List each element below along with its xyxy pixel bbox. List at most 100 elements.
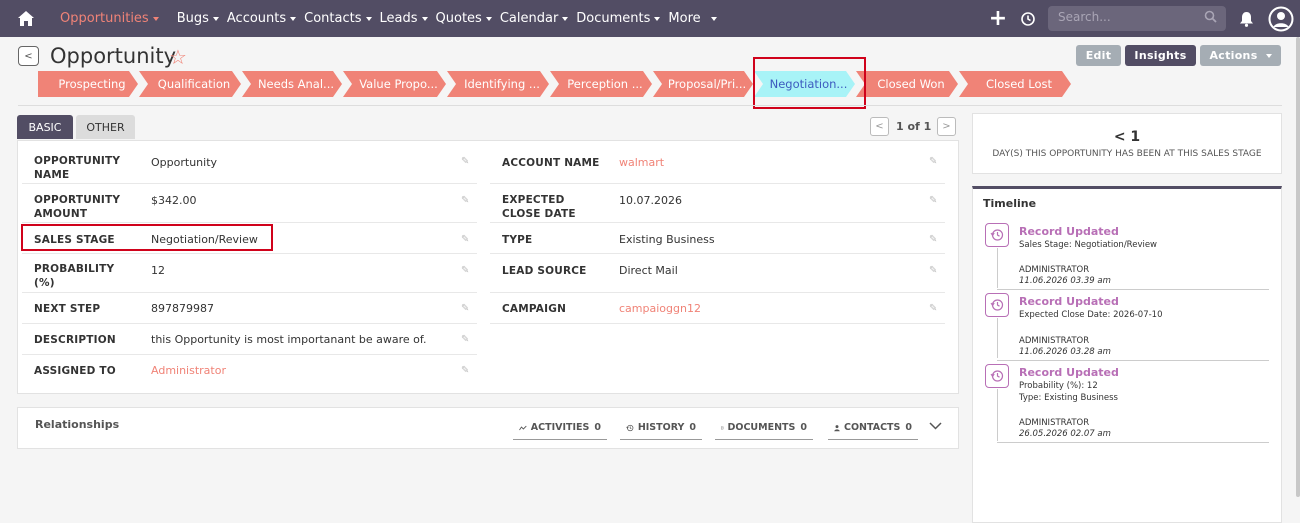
days-at-stage-panel: < 1 DAY(S) THIS OPPORTUNITY HAS BEEN AT … bbox=[972, 113, 1282, 174]
lead-source-value: Direct Mail bbox=[619, 264, 678, 277]
current-stage-highlight-box bbox=[753, 57, 866, 109]
rel-tab-contacts[interactable]: CONTACTS 0 bbox=[828, 416, 918, 440]
rel-tab-history[interactable]: HISTORY 0 bbox=[620, 416, 702, 440]
opportunity-amount-value: $342.00 bbox=[151, 194, 197, 207]
timeline-connector bbox=[997, 248, 998, 288]
nav-bugs[interactable]: Bugs bbox=[177, 11, 219, 26]
detail-panel: OPPORTUNITY NAME Opportunity ✎ OPPORTUNIT… bbox=[17, 140, 959, 394]
edit-pencil-icon[interactable]: ✎ bbox=[929, 265, 937, 276]
edit-pencil-icon[interactable]: ✎ bbox=[929, 195, 937, 206]
probability-value: 12 bbox=[151, 264, 165, 277]
edit-pencil-icon[interactable]: ✎ bbox=[461, 303, 469, 314]
row-divider bbox=[490, 253, 945, 254]
timeline-entry: Record Updated Probability (%): 12 Type:… bbox=[985, 364, 1269, 444]
timeline-title: Timeline bbox=[983, 197, 1037, 210]
home-icon[interactable] bbox=[0, 0, 52, 37]
nav-leads[interactable]: Leads bbox=[380, 11, 428, 26]
stage-qualification[interactable]: Qualification bbox=[139, 71, 241, 97]
back-button[interactable]: < bbox=[18, 46, 39, 66]
tab-basic[interactable]: BASIC bbox=[17, 115, 73, 139]
nav-accounts[interactable]: Accounts bbox=[227, 11, 297, 26]
stage-needs-analysis[interactable]: Needs Anal... bbox=[242, 71, 342, 97]
edit-pencil-icon[interactable]: ✎ bbox=[461, 265, 469, 276]
actions-button[interactable]: Actions bbox=[1200, 45, 1281, 66]
nav-documents[interactable]: Documents bbox=[576, 11, 661, 26]
next-step-label: NEXT STEP bbox=[34, 303, 101, 315]
favorite-star-icon[interactable]: ☆ bbox=[169, 47, 187, 67]
probability-label: PROBABILITY (%) bbox=[34, 263, 115, 289]
notifications-bell-icon[interactable] bbox=[1236, 11, 1256, 27]
lead-source-label: LEAD SOURCE bbox=[502, 265, 587, 277]
pager-text: 1 of 1 bbox=[896, 120, 932, 133]
row-divider bbox=[22, 354, 477, 355]
stage-value-proposition[interactable]: Value Propo... bbox=[343, 71, 446, 97]
sales-stage-highlight-box bbox=[21, 224, 273, 251]
relationships-title: Relationships bbox=[35, 418, 120, 431]
contacts-icon bbox=[834, 424, 840, 431]
nav-calendar[interactable]: Calendar bbox=[500, 11, 569, 26]
user-avatar-icon[interactable] bbox=[1268, 6, 1294, 32]
tab-other[interactable]: OTHER bbox=[76, 115, 135, 139]
pager-next-button[interactable]: > bbox=[937, 117, 956, 136]
header-divider bbox=[18, 105, 1282, 106]
row-divider bbox=[490, 222, 945, 223]
activities-icon bbox=[519, 425, 527, 430]
description-label: DESCRIPTION bbox=[34, 334, 116, 346]
stage-proposal[interactable]: Proposal/Pri... bbox=[653, 71, 753, 97]
campaign-link[interactable]: campaioggn12 bbox=[619, 302, 701, 315]
rel-tab-activities[interactable]: ACTIVITIES 0 bbox=[513, 416, 607, 440]
nav-contacts[interactable]: Contacts bbox=[304, 11, 372, 26]
timeline-entry-user: ADMINISTRATOR bbox=[1019, 336, 1090, 346]
top-navbar: Opportunities Bugs Accounts Contacts Lea… bbox=[0, 0, 1300, 37]
type-value: Existing Business bbox=[619, 233, 715, 246]
rel-tab-documents[interactable]: DOCUMENTS 0 bbox=[715, 416, 813, 440]
relationships-panel: Relationships ACTIVITIES 0 HISTORY 0 DOCUM… bbox=[17, 407, 959, 449]
timeline-connector bbox=[997, 389, 998, 441]
row-divider bbox=[22, 222, 477, 223]
recent-history-icon[interactable] bbox=[1018, 9, 1038, 29]
row-divider bbox=[22, 323, 477, 324]
page-scrollbar[interactable] bbox=[1296, 37, 1300, 497]
stage-perception[interactable]: Perception ... bbox=[550, 71, 652, 97]
chevron-down-icon[interactable] bbox=[929, 420, 942, 433]
timeline-entry-detail: Sales Stage: Negotiation/Review bbox=[1019, 240, 1158, 250]
edit-pencil-icon[interactable]: ✎ bbox=[461, 365, 469, 376]
stage-closed-lost[interactable]: Closed Lost bbox=[959, 71, 1071, 97]
opportunity-name-label: OPPORTUNITY NAME bbox=[34, 155, 121, 181]
description-value: this Opportunity is most importanant be … bbox=[151, 333, 427, 346]
expected-close-date-label: EXPECTED CLOSE DATE bbox=[502, 194, 576, 220]
create-plus-icon[interactable]: + bbox=[986, 7, 1010, 30]
nav-quotes[interactable]: Quotes bbox=[436, 11, 492, 26]
days-at-stage-value: < 1 bbox=[1113, 129, 1141, 145]
edit-pencil-icon[interactable]: ✎ bbox=[461, 156, 469, 167]
nav-opportunities[interactable]: Opportunities bbox=[60, 11, 159, 26]
timeline-entry-heading[interactable]: Record Updated bbox=[1019, 225, 1119, 238]
documents-icon bbox=[721, 426, 724, 429]
timeline-divider bbox=[997, 360, 1269, 361]
edit-pencil-icon[interactable]: ✎ bbox=[929, 234, 937, 245]
stage-identifying[interactable]: Identifying ... bbox=[447, 71, 549, 97]
next-step-value: 897879987 bbox=[151, 302, 214, 315]
edit-pencil-icon[interactable]: ✎ bbox=[461, 195, 469, 206]
account-name-link[interactable]: walmart bbox=[619, 156, 664, 169]
days-at-stage-text: DAY(S) THIS OPPORTUNITY HAS BEEN AT THIS… bbox=[992, 149, 1262, 159]
nav-more[interactable]: More bbox=[668, 11, 717, 26]
timeline-entry-detail: Probability (%): 12 bbox=[1019, 381, 1098, 391]
timeline-entry-heading[interactable]: Record Updated bbox=[1019, 295, 1119, 308]
assigned-to-link[interactable]: Administrator bbox=[151, 364, 226, 377]
chevron-left-icon: < bbox=[24, 50, 33, 62]
timeline-entry-heading[interactable]: Record Updated bbox=[1019, 366, 1119, 379]
edit-pencil-icon[interactable]: ✎ bbox=[929, 303, 937, 314]
pager-prev-button[interactable]: < bbox=[870, 117, 889, 136]
type-label: TYPE bbox=[502, 234, 533, 246]
campaign-label: CAMPAIGN bbox=[502, 303, 567, 315]
timeline-entry: Record Updated Sales Stage: Negotiation/… bbox=[985, 223, 1269, 293]
stage-closed-won[interactable]: Closed Won bbox=[856, 71, 958, 97]
insights-button[interactable]: Insights bbox=[1125, 45, 1196, 66]
search-input[interactable]: Search... bbox=[1048, 6, 1226, 31]
edit-pencil-icon[interactable]: ✎ bbox=[461, 334, 469, 345]
edit-button[interactable]: Edit bbox=[1076, 45, 1121, 66]
edit-pencil-icon[interactable]: ✎ bbox=[929, 156, 937, 167]
edit-pencil-icon[interactable]: ✎ bbox=[461, 234, 469, 245]
stage-prospecting[interactable]: Prospecting bbox=[38, 71, 138, 97]
